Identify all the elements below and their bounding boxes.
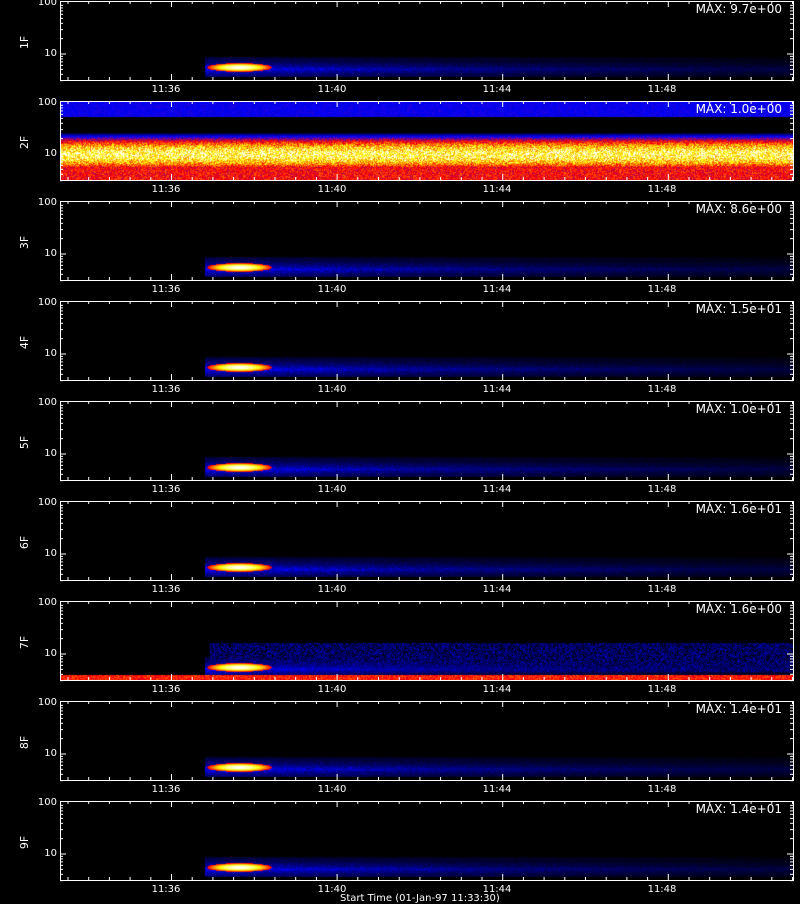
spectrogram-panel-4f: 4F 100 10 MAX: 1.5e+01 11:36 11:40 11:44 11:48: [0, 297, 800, 400]
x-axis-title: Start Time (01-Jan-97 11:33:30): [340, 893, 500, 904]
x-tick-label: 11:36: [151, 84, 181, 95]
x-tick-label: 11:48: [647, 484, 677, 495]
x-tick-label: 11:36: [151, 184, 181, 195]
y-tick-label: 100: [37, 797, 57, 808]
spectrogram-panel-1f: 1F 100 10 MAX: 9.7e+00 11:36 11:40 11:44 11:48: [0, 0, 800, 100]
x-tick-label: 11:48: [647, 884, 677, 895]
x-tick-label: 11:48: [647, 284, 677, 295]
x-tick-label: 11:40: [317, 484, 347, 495]
y-tick-label: 10: [44, 448, 57, 459]
x-tick-label: 11:36: [151, 684, 181, 695]
x-tick-label: 11:44: [482, 484, 512, 495]
spectrogram-panel-9f: 9F 100 10 MAX: 1.4e+01 11:36 11:40 11:44 11:48: [0, 797, 800, 900]
x-tick-label: 11:36: [151, 784, 181, 795]
y-tick-label: 100: [37, 397, 57, 408]
spectrogram-panel-2f: 2F 100 10 MAX: 1.0e+00 11:36 11:40 11:44 11:48: [0, 97, 800, 200]
x-tick-label: 11:44: [482, 684, 512, 695]
y-tick-label: 100: [37, 297, 57, 308]
max-value-label: MAX: 1.0e+01: [695, 402, 782, 416]
x-tick-label: 11:48: [647, 784, 677, 795]
x-tick-label: 11:44: [482, 384, 512, 395]
y-tick-label: 100: [37, 197, 57, 208]
max-value-label: MAX: 1.6e+00: [695, 602, 782, 616]
y-tick-label: 10: [44, 748, 57, 759]
x-tick-label: 11:44: [482, 284, 512, 295]
spectrogram-panel-3f: 3F 100 10 MAX: 8.6e+00 11:36 11:40 11:44 11:48: [0, 197, 800, 300]
spectrogram-panel-8f: 8F 100 10 MAX: 1.4e+01 11:36 11:40 11:44 11:48: [0, 697, 800, 800]
y-tick-label: 100: [37, 97, 57, 108]
max-value-label: MAX: 1.4e+01: [695, 802, 782, 816]
x-tick-label: 11:48: [647, 684, 677, 695]
x-tick-label: 11:40: [317, 584, 347, 595]
y-tick-label: 10: [44, 848, 57, 859]
x-tick-label: 11:36: [151, 384, 181, 395]
max-value-label: MAX: 1.5e+01: [695, 302, 782, 316]
x-tick-label: 11:36: [151, 584, 181, 595]
x-tick-label: 11:40: [317, 784, 347, 795]
x-tick-label: 11:36: [151, 884, 181, 895]
max-value-label: MAX: 8.6e+00: [695, 202, 782, 216]
x-tick-label: 11:48: [647, 584, 677, 595]
max-value-label: MAX: 9.7e+00: [695, 2, 782, 16]
max-value-label: MAX: 1.4e+01: [695, 702, 782, 716]
spectrogram-panel-6f: 6F 100 10 MAX: 1.6e+01 11:36 11:40 11:44 11:48: [0, 497, 800, 600]
x-tick-label: 11:48: [647, 184, 677, 195]
spectrogram-panel-7f: 7F 100 10 MAX: 1.6e+00 11:36 11:40 11:44 11:48: [0, 597, 800, 700]
x-tick-label: 11:36: [151, 484, 181, 495]
y-tick-label: 100: [37, 597, 57, 608]
max-value-label: MAX: 1.0e+00: [695, 102, 782, 116]
x-tick-label: 11:44: [482, 584, 512, 595]
spectrogram-panel-5f: 5F 100 10 MAX: 1.0e+01 11:36 11:40 11:44 11:48: [0, 397, 800, 500]
y-tick-label: 10: [44, 48, 57, 59]
y-tick-label: 100: [37, 497, 57, 508]
x-tick-label: 11:48: [647, 84, 677, 95]
y-tick-label: 100: [37, 0, 57, 8]
y-tick-label: 10: [44, 348, 57, 359]
x-tick-label: 11:44: [482, 84, 512, 95]
x-tick-label: 11:44: [482, 184, 512, 195]
spectrogram-stack: 1F 100 10 MAX: 9.7e+00 11:36 11:40 11:44 11:48 2…: [0, 0, 800, 900]
x-tick-label: 11:40: [317, 384, 347, 395]
y-tick-label: 10: [44, 648, 57, 659]
y-tick-label: 10: [44, 248, 57, 259]
x-tick-label: 11:40: [317, 684, 347, 695]
y-tick-label: 100: [37, 697, 57, 708]
x-tick-label: 11:40: [317, 184, 347, 195]
y-tick-label: 10: [44, 548, 57, 559]
x-tick-label: 11:44: [482, 784, 512, 795]
x-tick-label: 11:40: [317, 84, 347, 95]
x-tick-label: 11:40: [317, 284, 347, 295]
max-value-label: MAX: 1.6e+01: [695, 502, 782, 516]
x-tick-label: 11:48: [647, 384, 677, 395]
x-tick-label: 11:36: [151, 284, 181, 295]
y-tick-label: 10: [44, 148, 57, 159]
